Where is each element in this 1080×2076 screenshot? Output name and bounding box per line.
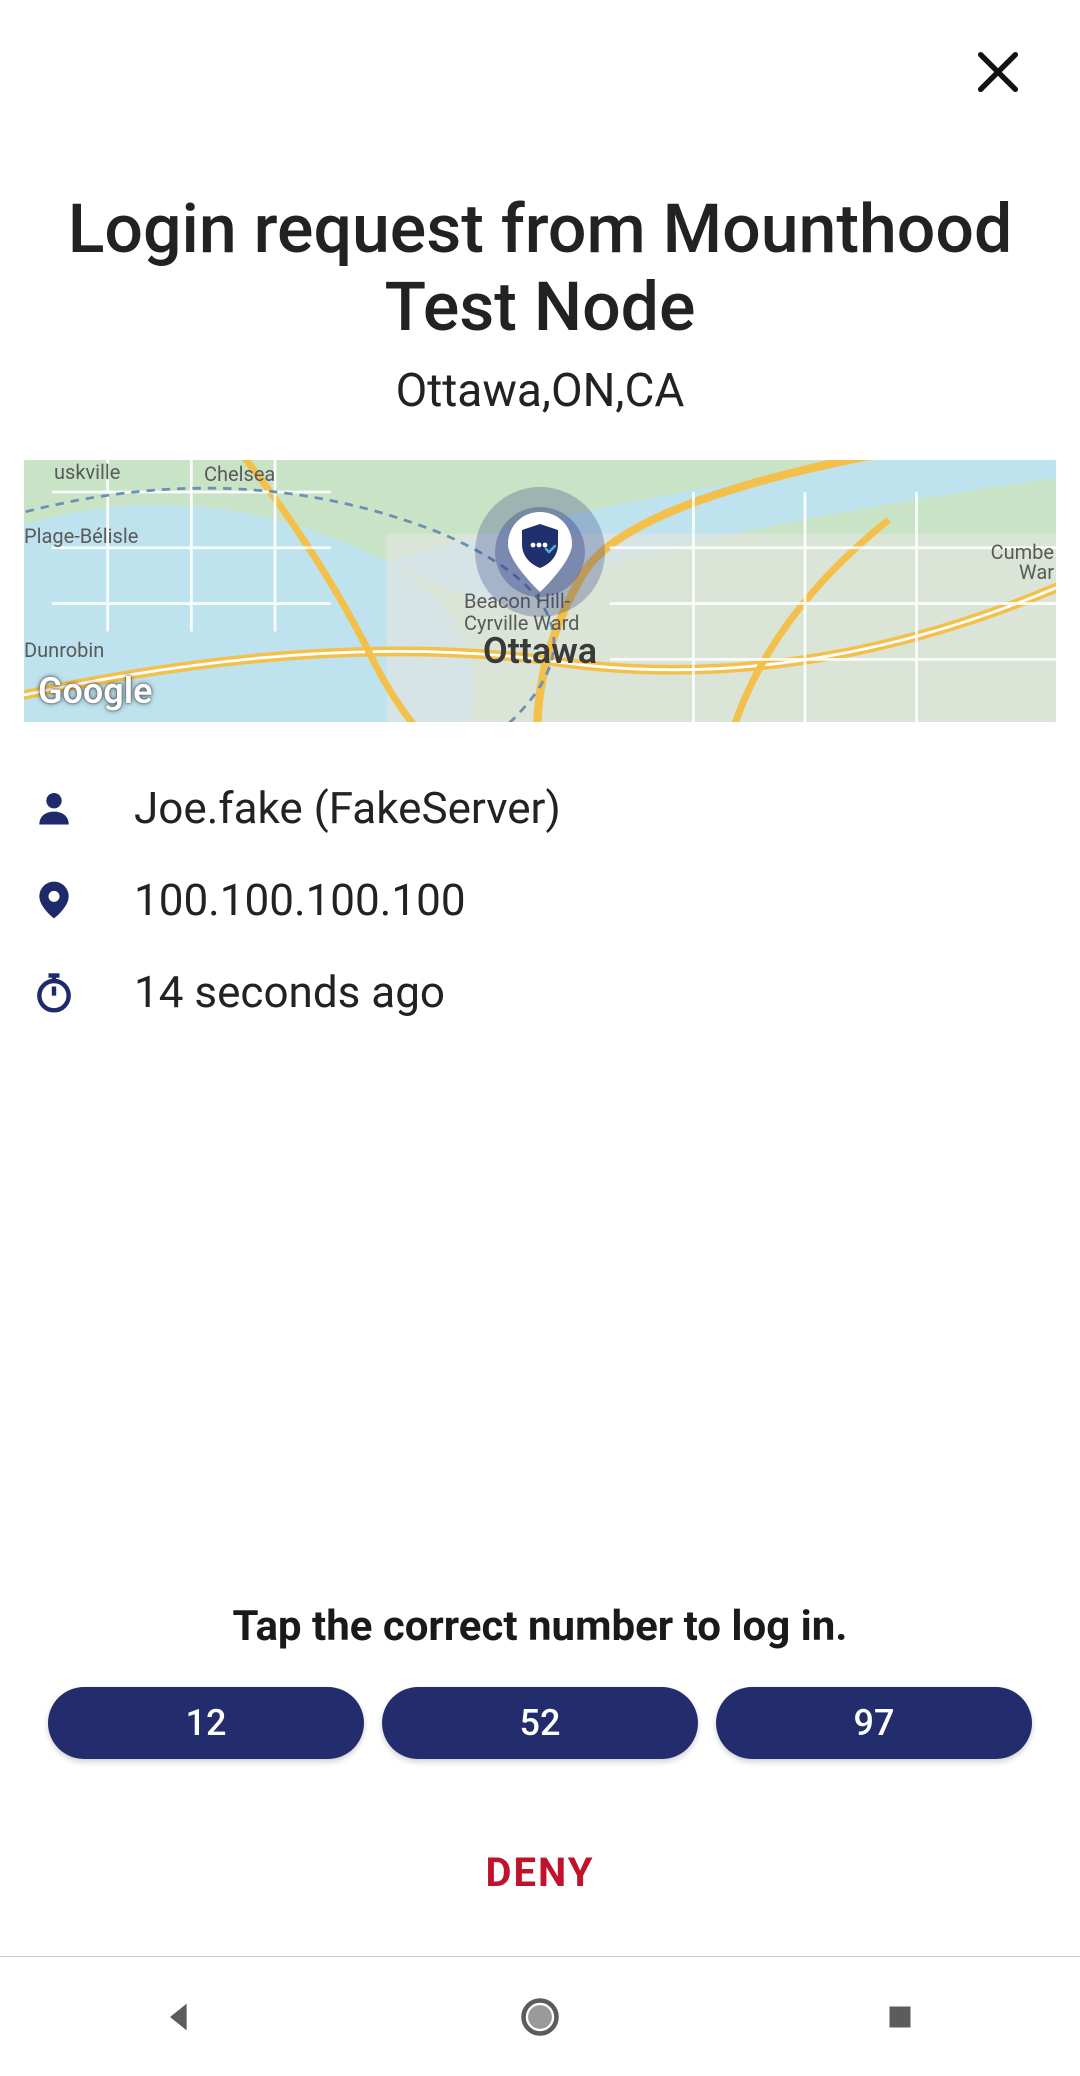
page-title: Login request from Mounthood Test Node (0, 190, 1080, 346)
map-place-ne: Chelsea (204, 462, 275, 486)
triangle-back-icon (160, 1997, 200, 2037)
detail-time: 14 seconds ago (32, 946, 1048, 1038)
map-place-nw: uskville (54, 460, 120, 484)
shield-pin-icon (508, 512, 572, 592)
close-button[interactable] (966, 40, 1030, 104)
page-subtitle: Ottawa,ON,CA (0, 364, 1080, 418)
nav-home-button[interactable] (508, 1985, 572, 2049)
circle-home-icon (518, 1995, 562, 2039)
detail-list: Joe.fake (FakeServer) 100.100.100.100 14… (0, 762, 1080, 1038)
map-attribution: Google (38, 670, 153, 712)
map-center-label: Ottawa (483, 630, 597, 672)
top-bar (0, 0, 1080, 160)
stopwatch-icon (32, 970, 76, 1014)
person-icon (32, 786, 76, 830)
number-option-2[interactable]: 97 (716, 1687, 1032, 1759)
map-pin (508, 512, 572, 592)
detail-ip: 100.100.100.100 (32, 854, 1048, 946)
content-header: Login request from Mounthood Test Node O… (0, 160, 1080, 418)
nav-back-button[interactable] (148, 1985, 212, 2049)
detail-user-text: Joe.fake (FakeServer) (134, 782, 561, 834)
detail-user: Joe.fake (FakeServer) (32, 762, 1048, 854)
map-place-sw: Dunrobin (24, 638, 104, 662)
detail-ip-text: 100.100.100.100 (134, 874, 466, 926)
deny-button[interactable]: DENY (48, 1849, 1032, 1896)
close-icon (972, 46, 1024, 98)
spacer (0, 1038, 1080, 1602)
location-pin-icon (32, 878, 76, 922)
challenge-section: Tap the correct number to log in. 12 52 … (0, 1602, 1080, 1956)
map-place-w1: Plage-Bélisle (24, 524, 138, 548)
map[interactable]: Chelsea uskville Plage-Bélisle Dunrobin … (24, 460, 1056, 722)
number-option-0[interactable]: 12 (48, 1687, 364, 1759)
number-option-1[interactable]: 52 (382, 1687, 698, 1759)
number-options: 12 52 97 (48, 1687, 1032, 1759)
nav-recents-button[interactable] (868, 1985, 932, 2049)
challenge-prompt: Tap the correct number to log in. (48, 1602, 1032, 1651)
detail-time-text: 14 seconds ago (134, 966, 445, 1018)
map-place-e3: War (1019, 560, 1054, 584)
square-recents-icon (882, 1999, 918, 2035)
system-nav-bar (0, 1956, 1080, 2076)
